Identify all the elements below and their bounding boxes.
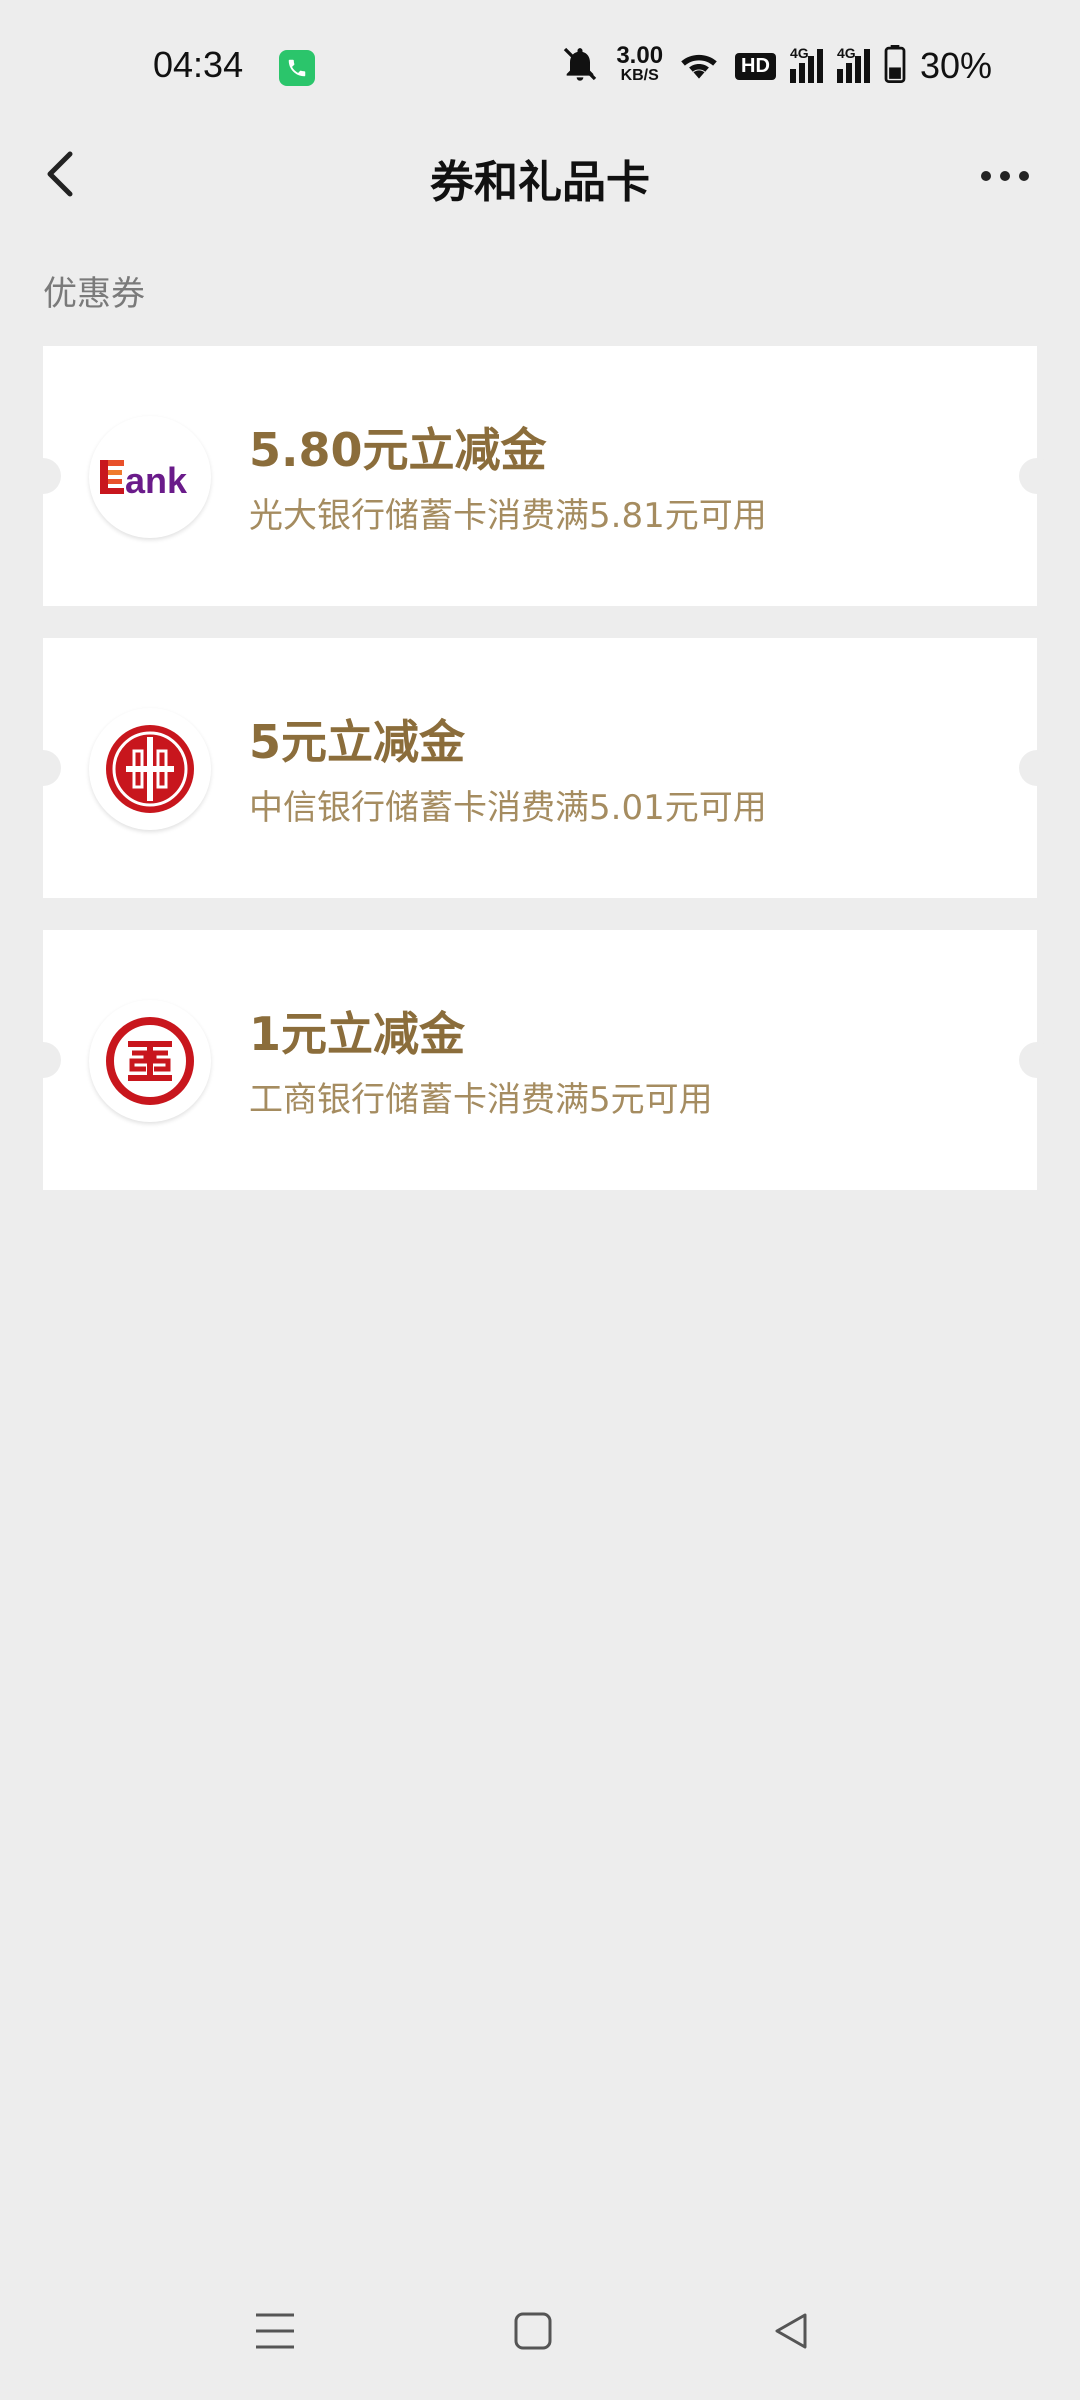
coupon-title: 5元立减金 [249, 715, 466, 769]
everbright-bank-logo: ank [89, 416, 211, 538]
wifi-icon [677, 45, 721, 87]
home-square-icon [514, 2312, 552, 2350]
coupon-card-everbright[interactable]: ank 5.80元立减金 光大银行储蓄卡消费满5.81元可用 [25, 346, 1055, 606]
menu-lines-icon [256, 2313, 294, 2349]
coupon-title: 5.80元立减金 [249, 423, 547, 477]
nav-bar: 券和礼品卡 [0, 140, 1080, 210]
battery-percent: 30% [919, 45, 992, 86]
status-time: 04:34 [153, 44, 244, 85]
citic-bank-logo [89, 708, 211, 830]
menu-button[interactable] [240, 2296, 310, 2366]
coupon-title: 1元立减金 [249, 1007, 466, 1061]
more-dots-icon [981, 171, 991, 181]
status-bar: 04:34 3.00 KB/S HD 4G 4G 30% [0, 0, 1080, 140]
system-nav-bar [0, 2260, 1080, 2400]
page-title: 券和礼品卡 [430, 157, 650, 208]
icbc-bank-logo [89, 1000, 211, 1122]
coupon-description: 工商银行储蓄卡消费满5元可用 [249, 1080, 713, 1120]
coupon-card-citic[interactable]: 5元立减金 中信银行储蓄卡消费满5.01元可用 [25, 638, 1055, 898]
coupon-description: 中信银行储蓄卡消费满5.01元可用 [249, 788, 767, 828]
signal-icon-sim2: 4G [836, 45, 870, 83]
phone-call-icon[interactable] [279, 50, 315, 86]
svg-text:ank: ank [125, 460, 188, 501]
battery-icon [884, 45, 906, 87]
home-button[interactable] [498, 2296, 568, 2366]
back-triangle-icon [775, 2313, 807, 2349]
coupon-card-icbc[interactable]: 1元立减金 工商银行储蓄卡消费满5元可用 [25, 930, 1055, 1190]
coupon-description: 光大银行储蓄卡消费满5.81元可用 [249, 496, 767, 536]
section-label-coupons: 优惠券 [43, 274, 145, 314]
back-nav-button[interactable] [756, 2296, 826, 2366]
net-speed: 3.00 KB/S [616, 42, 664, 85]
mute-bell-icon [558, 44, 602, 88]
signal-icon-sim1: 4G [789, 45, 823, 83]
more-options-button[interactable] [970, 146, 1040, 206]
screen: 04:34 3.00 KB/S HD 4G 4G 30% 券和礼品卡 优惠券 a… [0, 0, 1080, 2400]
hd-badge: HD [735, 52, 776, 80]
status-icons: 3.00 KB/S HD 4G 4G 30% [558, 38, 992, 94]
